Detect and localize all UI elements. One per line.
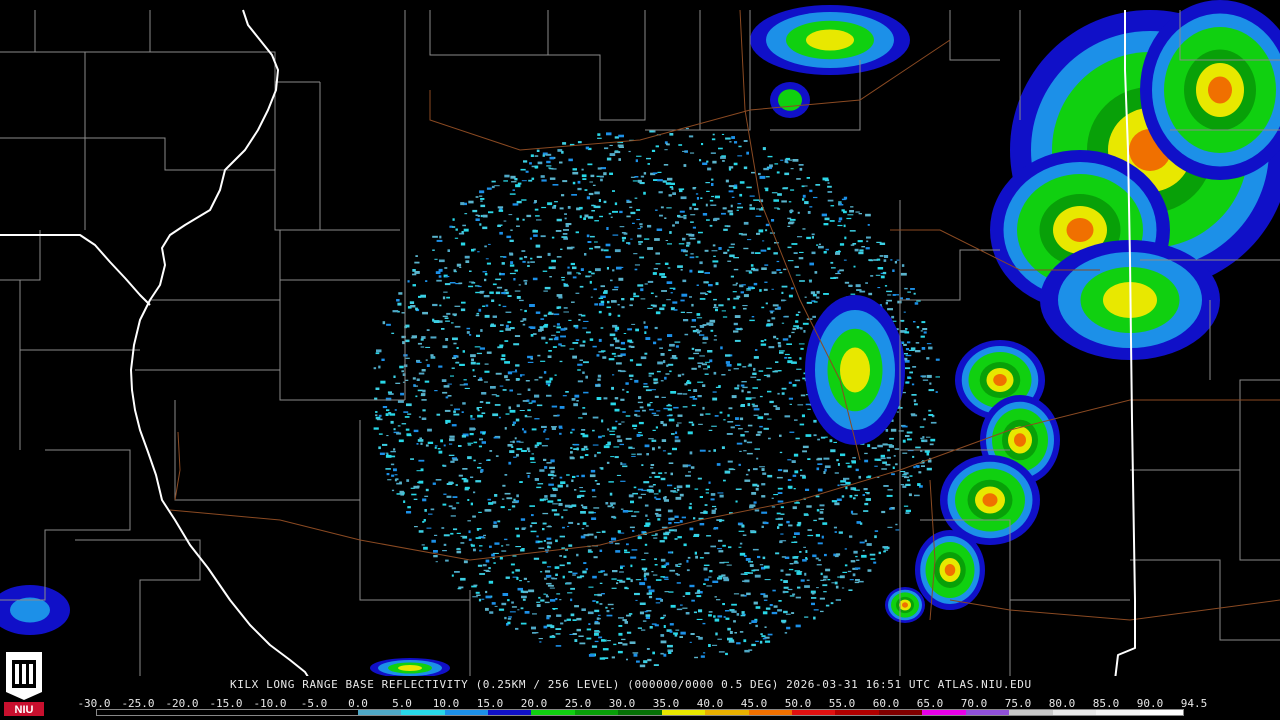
colorbar-swatch	[618, 710, 662, 715]
colorbar-swatch	[97, 710, 141, 715]
product-caption: KILX LONG RANGE BASE REFLECTIVITY (0.25K…	[230, 678, 1032, 691]
scale-label: 94.5	[1180, 697, 1208, 710]
colorbar-swatch	[792, 710, 836, 715]
radar-site-marker	[674, 379, 684, 389]
colorbar-swatch	[965, 710, 1010, 715]
colorbar-swatch	[705, 710, 749, 715]
radar-map	[0, 0, 1280, 720]
colorbar-swatch	[1009, 710, 1053, 715]
colorbar-swatch	[401, 710, 445, 715]
colorbar-swatch	[357, 710, 402, 715]
colorbar-swatch	[1139, 710, 1183, 715]
logo-wordmark: NIU	[15, 704, 34, 716]
colorbar-swatch	[922, 710, 966, 715]
colorbar-swatch	[314, 710, 358, 715]
colorbar-swatch	[748, 710, 792, 715]
colorbar-swatch	[574, 710, 619, 715]
colorbar-swatch	[183, 710, 228, 715]
niu-logo: NIU	[2, 646, 46, 718]
dbz-scale-labels: -30.0 -25.0 -20.0 -15.0 -10.0 -5.0 0.0 5.0 10.0 1…	[77, 697, 1207, 710]
colorbar-swatch	[444, 710, 488, 715]
colorbar-swatch	[1052, 710, 1097, 715]
colorbar-swatch	[270, 710, 315, 715]
colorbar-swatch	[1096, 710, 1140, 715]
colorbar-swatch	[835, 710, 879, 715]
colorbar-swatch	[140, 710, 184, 715]
colorbar-swatch	[878, 710, 923, 715]
colorbar-swatch	[531, 710, 575, 715]
colorbar-swatch	[487, 710, 532, 715]
colorbar-swatch	[227, 710, 271, 715]
colorbar-swatch	[661, 710, 706, 715]
dbz-colorbar	[96, 709, 1184, 716]
